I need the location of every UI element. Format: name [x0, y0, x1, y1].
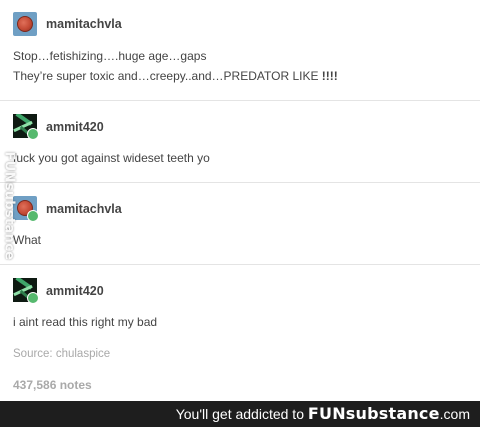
username[interactable]: ammit420 — [46, 284, 104, 298]
post-text-line: fuck you got against wideset teeth yo — [13, 151, 210, 165]
source-link[interactable]: Source: chulaspice — [13, 348, 110, 360]
footer-prefix: You'll get addicted to — [175, 406, 308, 422]
footer-domain: .com — [439, 406, 470, 422]
footer-watermark: You'll get addicted to FUNsubstance.com — [176, 404, 470, 423]
avatar-mamitachvla[interactable] — [13, 12, 37, 36]
side-watermark: FUNsubstance — [1, 151, 17, 261]
divider — [0, 264, 480, 265]
post-text-line: They’re super toxic and…creepy..and…PRED… — [13, 69, 338, 83]
footer-banner: You'll get addicted to FUNsubstance.com — [0, 401, 480, 427]
post-text-line: Stop…fetishizing….huge age…gaps — [13, 49, 207, 63]
username[interactable]: mamitachvla — [46, 202, 122, 216]
online-badge-icon — [27, 292, 39, 304]
username[interactable]: ammit420 — [46, 120, 104, 134]
post-text-line: What — [13, 233, 42, 247]
footer-brand: FUNsubstance — [307, 404, 440, 423]
online-badge-icon — [27, 210, 39, 222]
notes-count[interactable]: 437,586 notes — [13, 378, 92, 392]
post-text-line: i aint read this right my bad — [13, 315, 158, 329]
online-badge-icon — [27, 128, 39, 140]
divider — [0, 100, 480, 101]
divider — [0, 182, 480, 183]
username[interactable]: mamitachvla — [46, 17, 122, 31]
planet-icon — [17, 16, 33, 32]
